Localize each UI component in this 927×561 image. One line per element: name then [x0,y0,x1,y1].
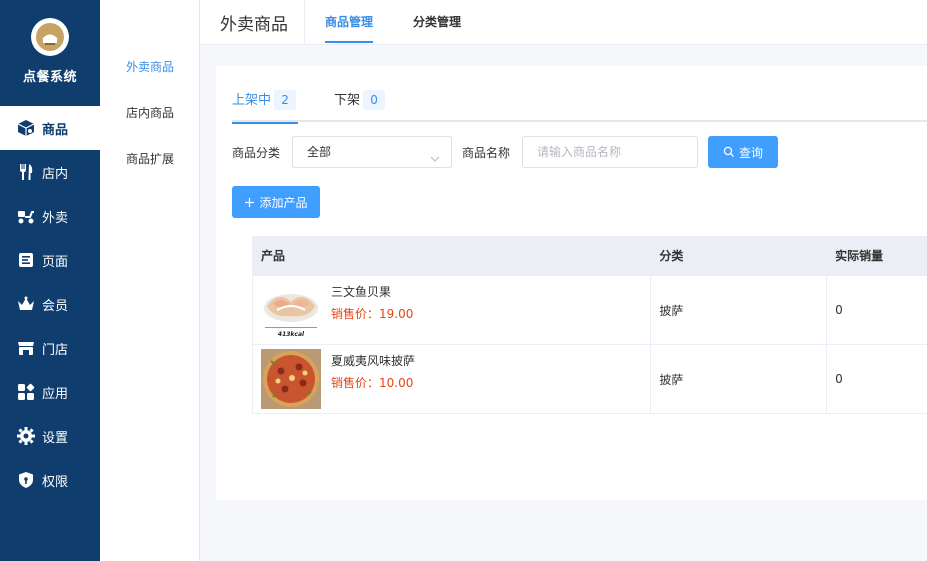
product-table: 产品 分类 实际销量 413kcal 三文鱼贝果 销售价：19.00 披萨 0 … [252,236,927,414]
thumb-caption: 413kcal [278,331,305,338]
product-cell: 413kcal 三文鱼贝果 销售价：19.00 [253,276,652,344]
sidebar-item-permission[interactable]: 权限 [0,458,100,502]
category-cell: 披萨 [651,276,828,344]
tab-on-shelf[interactable]: 上架中 2 [232,90,299,124]
chevron-down-icon [429,146,441,162]
subnav-item-takeout-goods[interactable]: 外卖商品 [100,44,199,90]
column-header-sales: 实际销量 [835,249,884,263]
category-cell: 披萨 [651,345,828,413]
sidebar-item-label: 权限 [42,474,69,490]
page-icon [16,250,36,270]
sidebar-item-goods[interactable]: 商品 [0,106,100,150]
tab-label: 上架中 [232,93,272,108]
brand-title: 点餐系统 [22,70,77,85]
table-header: 产品 分类 实际销量 [253,236,927,276]
category-filter-label: 商品分类 [232,146,281,160]
tab-category-management[interactable]: 分类管理 [413,0,461,45]
plus-icon [244,197,255,208]
add-product-button[interactable]: 添加产品 [232,186,320,218]
sidebar-item-label: 设置 [42,430,69,446]
sidebar-item-member[interactable]: 会员 [0,282,100,326]
sidebar-item-label: 门店 [42,342,69,358]
shield-icon [16,470,36,490]
sales-cell: 0 [835,303,843,317]
count-badge: 2 [274,90,297,110]
secondary-nav: 外卖商品 店内商品 商品扩展 [100,0,200,561]
store-icon [16,338,36,358]
product-name: 三文鱼贝果 [331,285,392,299]
sidebar-item-label: 会员 [42,298,69,314]
product-thumbnail [261,349,321,409]
content-card: 上架中2 下架0 商品分类 全部 商品名称 查询 添加产品 产品 分类 实际销量 [216,66,927,500]
sidebar-item-label: 店内 [42,166,69,182]
add-product-label: 添加产品 [259,195,308,210]
sales-cell: 0 [835,372,843,386]
name-filter-label: 商品名称 [462,146,511,160]
search-icon [723,146,735,158]
count-badge: 0 [363,90,386,110]
brand-logo [31,18,69,56]
fork-knife-icon [16,162,36,182]
page-title: 外卖商品 [220,15,288,35]
column-header-category: 分类 [659,249,684,263]
sidebar-item-label: 外卖 [42,210,69,226]
scooter-icon [16,206,36,226]
sidebar-item-label: 页面 [42,254,69,270]
main-sidebar: 点餐系统 商品 店内 外卖 页面 会员 门店 应用 设置 权限 [0,0,100,561]
box-icon [16,118,36,138]
gear-icon [16,426,36,446]
sidebar-item-instore[interactable]: 店内 [0,150,100,194]
subnav-item-instore-goods[interactable]: 店内商品 [100,90,199,136]
sidebar-item-store[interactable]: 门店 [0,326,100,370]
status-tabs: 上架中 2 下架 0 [232,90,927,124]
sidebar-item-takeout[interactable]: 外卖 [0,194,100,238]
product-price: 销售价：10.00 [331,376,414,390]
top-header: 外卖商品 商品管理 分类管理 [200,0,927,45]
table-row[interactable]: 夏威夷风味披萨 销售价：10.00 披萨 0 [253,345,927,414]
sidebar-item-apps[interactable]: 应用 [0,370,100,414]
product-cell: 夏威夷风味披萨 销售价：10.00 [253,345,652,413]
sidebar-item-settings[interactable]: 设置 [0,414,100,458]
sidebar-item-label: 商品 [42,122,69,138]
category-select-value: 全部 [307,145,332,159]
search-button[interactable]: 查询 [708,136,778,168]
product-thumbnail: 413kcal [261,280,321,340]
header-divider [304,0,305,45]
table-row[interactable]: 413kcal 三文鱼贝果 销售价：19.00 披萨 0 [253,276,927,345]
sidebar-item-page[interactable]: 页面 [0,238,100,282]
product-name: 夏威夷风味披萨 [331,354,416,368]
category-select[interactable]: 全部 [292,136,452,168]
apps-icon [16,382,36,402]
tab-label: 下架 [334,93,361,108]
sidebar-item-label: 应用 [42,386,69,402]
column-header-product: 产品 [261,249,286,263]
brand: 点餐系统 [0,0,100,106]
crown-icon [16,294,36,314]
search-button-label: 查询 [738,145,763,160]
tab-goods-management[interactable]: 商品管理 [325,0,374,45]
product-price: 销售价：19.00 [331,307,414,321]
subnav-item-goods-extension[interactable]: 商品扩展 [100,136,199,182]
tab-off-shelf[interactable]: 下架 0 [334,90,386,120]
product-name-input[interactable] [522,136,698,168]
